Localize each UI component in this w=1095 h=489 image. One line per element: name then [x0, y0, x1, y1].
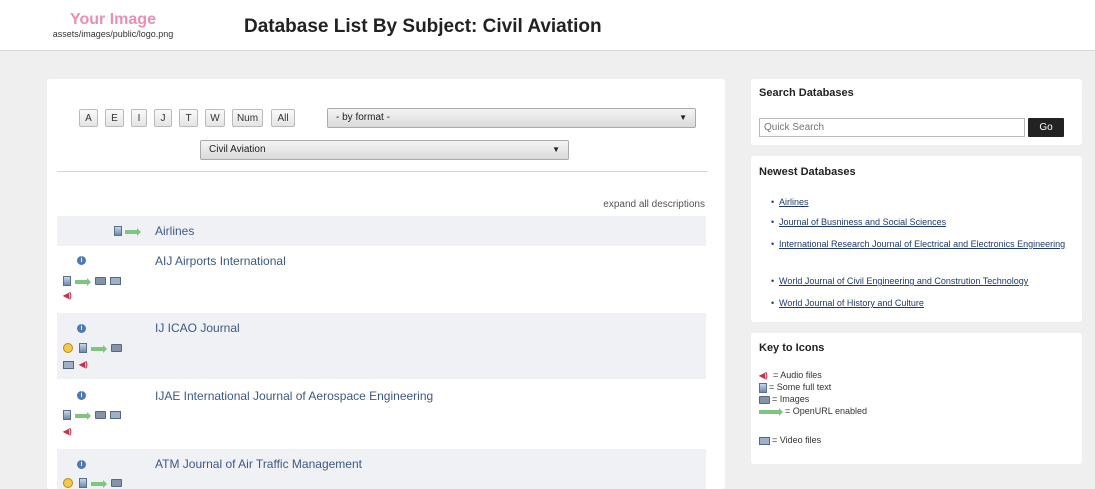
info-icon[interactable]: i — [77, 391, 86, 400]
list-item[interactable]: Airlines — [771, 196, 808, 208]
subject-select-value: Civil Aviation — [209, 144, 266, 155]
letter-button-i[interactable]: I — [131, 109, 147, 127]
openurl-arrow-icon — [91, 345, 107, 353]
video-icon — [110, 411, 121, 419]
letter-button-j[interactable]: J — [154, 109, 172, 127]
video-icon — [110, 277, 121, 285]
database-link[interactable]: IJAE International Journal of Aerospace … — [155, 389, 433, 403]
newest-databases-box: Newest Databases Airlines Journal of Bus… — [751, 156, 1082, 322]
page-header: Your Image assets/images/public/logo.png… — [0, 0, 1095, 51]
database-list-panel: A E I J T W Num All - by format - ▼ Civi… — [47, 79, 725, 489]
video-icon — [63, 361, 74, 369]
quick-search-field[interactable] — [759, 118, 1025, 137]
key-audio: ◀) = Audio files — [759, 370, 822, 380]
info-icon[interactable]: i — [77, 256, 86, 265]
divider — [57, 171, 707, 172]
letter-button-num[interactable]: Num — [232, 109, 263, 127]
images-icon — [95, 277, 106, 285]
doc-icon — [79, 343, 87, 353]
go-button[interactable]: Go — [1028, 118, 1064, 137]
page-title: Database List By Subject: Civil Aviation — [244, 16, 602, 37]
key-to-icons-box: Key to Icons ◀) = Audio files = Some full… — [751, 333, 1082, 464]
database-row-ij-icao: i ◀) IJ ICAO Journal — [57, 313, 706, 379]
letter-button-a[interactable]: A — [79, 109, 98, 127]
database-row-aij: i ◀) AIJ Airports International — [57, 246, 706, 313]
key-fulltext-label: = Some full text — [769, 382, 832, 392]
audio-icon: ◀) — [63, 291, 72, 300]
key-images: = Images — [759, 394, 809, 404]
video-icon — [759, 436, 770, 445]
format-select[interactable]: - by format - ▼ — [327, 108, 696, 128]
images-icon — [95, 411, 106, 419]
face-icon — [63, 343, 73, 353]
doc-icon — [114, 226, 122, 236]
subject-select[interactable]: Civil Aviation ▼ — [200, 140, 569, 160]
key-images-label: = Images — [772, 394, 810, 404]
key-openurl-label: = OpenURL enabled — [785, 406, 867, 416]
list-item[interactable]: International Research Journal of Electr… — [771, 238, 1071, 250]
images-icon — [111, 344, 122, 352]
doc-icon — [79, 478, 87, 488]
database-row-atm: i ATM Journal of Air Traffic Management — [57, 449, 706, 489]
audio-icon: ◀) — [759, 370, 768, 380]
doc-icon — [63, 410, 71, 420]
database-link[interactable]: Airlines — [155, 224, 194, 238]
site-logo[interactable]: Your Image assets/images/public/logo.png — [48, 12, 178, 39]
key-openurl: = OpenURL enabled — [759, 406, 867, 416]
list-item[interactable]: Journal of Busniness and Social Sciences — [771, 216, 946, 228]
list-item[interactable]: World Journal of Civil Engineering and C… — [771, 275, 1028, 287]
logo-title: Your Image — [70, 11, 156, 28]
images-icon — [759, 395, 770, 404]
key-video-label: = Video files — [772, 435, 822, 445]
key-fulltext: = Some full text — [759, 382, 831, 393]
key-audio-label: = Audio files — [773, 370, 822, 380]
search-databases-box: Search Databases Go — [751, 79, 1082, 145]
key-to-icons-title: Key to Icons — [759, 342, 825, 354]
database-row-airlines: Airlines — [57, 216, 706, 246]
doc-icon — [63, 276, 71, 286]
openurl-arrow-icon — [759, 407, 783, 416]
letter-button-w[interactable]: W — [205, 109, 225, 127]
expand-all-descriptions-link[interactable]: expand all descriptions — [603, 199, 705, 210]
letter-button-t[interactable]: T — [179, 109, 198, 127]
openurl-arrow-icon — [91, 480, 107, 488]
logo-path: assets/images/public/logo.png — [52, 29, 174, 39]
letter-button-e[interactable]: E — [105, 109, 124, 127]
chevron-down-icon: ▼ — [552, 145, 560, 154]
openurl-arrow-icon — [75, 278, 91, 286]
format-select-value: - by format - — [336, 112, 390, 123]
quick-search-input[interactable] — [764, 122, 1014, 133]
audio-icon: ◀) — [63, 427, 72, 436]
database-link[interactable]: IJ ICAO Journal — [155, 321, 240, 335]
chevron-down-icon: ▼ — [679, 113, 687, 122]
info-icon[interactable]: i — [77, 324, 86, 333]
openurl-arrow-icon — [125, 228, 141, 236]
list-item[interactable]: World Journal of History and Culture — [771, 297, 924, 309]
info-icon[interactable]: i — [77, 460, 86, 469]
audio-icon: ◀) — [79, 360, 88, 369]
letter-button-all[interactable]: All — [271, 109, 295, 127]
doc-icon — [759, 382, 767, 393]
images-icon — [111, 479, 122, 487]
face-icon — [63, 478, 73, 488]
key-video: = Video files — [759, 435, 821, 445]
database-row-ijae: i ◀) IJAE International Journal of Aeros… — [57, 379, 706, 449]
database-link[interactable]: AIJ Airports International — [155, 254, 286, 268]
database-link[interactable]: ATM Journal of Air Traffic Management — [155, 457, 362, 471]
search-databases-title: Search Databases — [759, 87, 854, 99]
openurl-arrow-icon — [75, 412, 91, 420]
newest-databases-title: Newest Databases — [759, 166, 856, 178]
